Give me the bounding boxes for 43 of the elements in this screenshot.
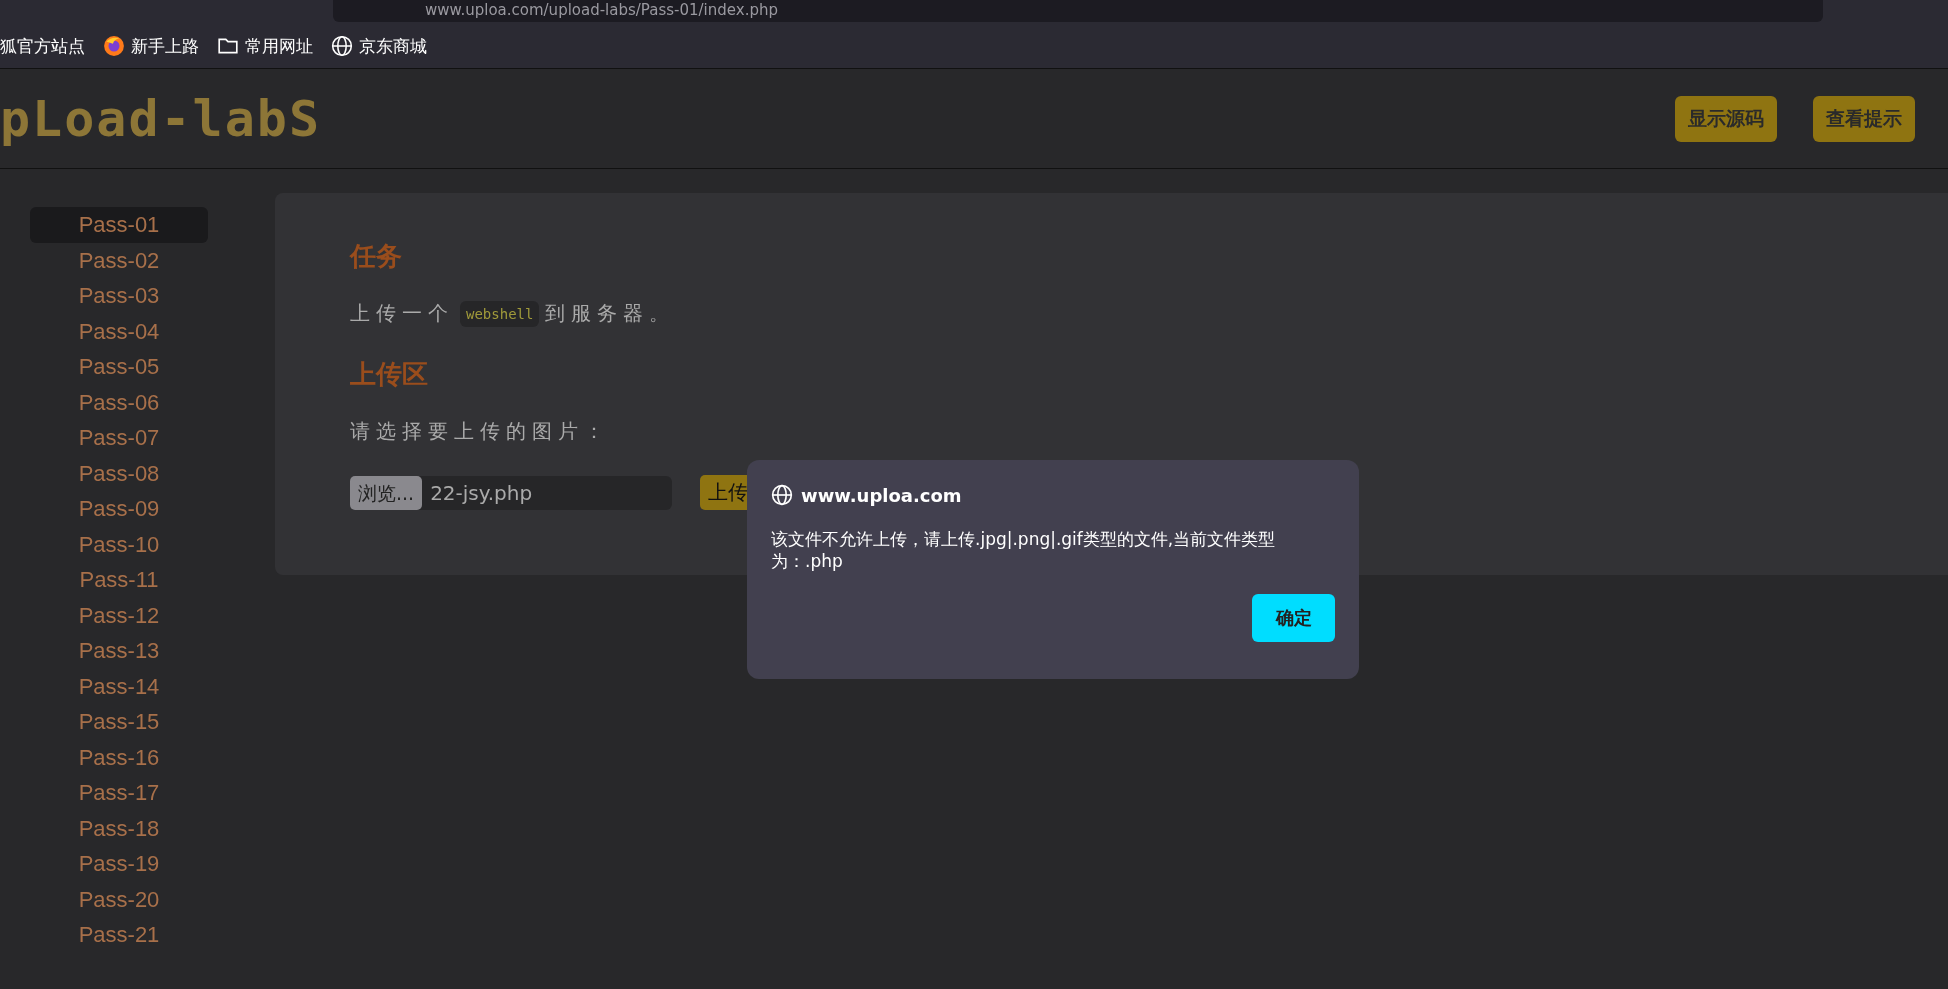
sidebar-item[interactable]: Pass-03 (30, 278, 208, 314)
sidebar-item[interactable]: Pass-01 (30, 207, 208, 243)
browse-button[interactable]: 浏览... (350, 475, 423, 510)
logo: pLoad-labS (0, 89, 322, 148)
sidebar-item[interactable]: Pass-17 (30, 775, 208, 811)
bookmark-link[interactable]: 常用网址 (217, 34, 313, 58)
sidebar-item[interactable]: Pass-14 (30, 668, 208, 704)
task-text: 上传一个 (350, 300, 454, 327)
sidebar-item[interactable]: Pass-15 (30, 704, 208, 740)
sidebar-item[interactable]: Pass-09 (30, 491, 208, 527)
sidebar-item[interactable]: Pass-20 (30, 881, 208, 917)
section-heading: 任务 (350, 240, 403, 273)
globe-icon (331, 35, 353, 57)
task-text: 到服务器。 (545, 300, 676, 327)
globe-icon (771, 484, 793, 506)
sidebar-item[interactable]: Pass-21 (30, 917, 208, 953)
header-button[interactable]: 查看提示 (1813, 95, 1915, 142)
sidebar-item[interactable]: Pass-06 (30, 384, 208, 420)
bookmark-link[interactable]: 京东商城 (331, 34, 427, 58)
sidebar-item[interactable]: Pass-08 (30, 455, 208, 491)
sidebar-item[interactable]: Pass-02 (30, 242, 208, 278)
dialog-message: 该文件不允许上传，请上传.jpg|.png|.gif类型的文件,当前文件类型为：.php (771, 528, 1277, 572)
sidebar-item[interactable]: Pass-07 (30, 420, 208, 456)
address-bar[interactable]: www.uploa.com/upload-labs/Pass-01/index.php (333, 0, 1823, 22)
sidebar-item[interactable]: Pass-13 (30, 633, 208, 669)
ok-button[interactable]: 确定 (1252, 594, 1335, 642)
dialog-title: www.uploa.com (801, 484, 962, 506)
section-heading: 上传区 (350, 358, 429, 391)
sidebar-item[interactable]: Pass-04 (30, 313, 208, 349)
code-snippet: webshell (460, 300, 540, 327)
prompt-text: 请选择要上传的图片： (350, 418, 610, 445)
bookmark-link[interactable]: 狐官方站点 (0, 34, 85, 58)
file-input[interactable]: 浏览... 22-jsy.php (350, 475, 672, 510)
sidebar-item[interactable]: Pass-11 (30, 562, 208, 598)
header-button[interactable]: 显示源码 (1675, 95, 1777, 142)
sidebar-item[interactable]: Pass-05 (30, 349, 208, 385)
browser-logo-icon (103, 35, 125, 57)
sidebar-item[interactable]: Pass-10 (30, 526, 208, 562)
sidebar-item[interactable]: Pass-16 (30, 739, 208, 775)
sidebar-item[interactable]: Pass-18 (30, 810, 208, 846)
sidebar-item[interactable]: Pass-12 (30, 597, 208, 633)
bookmark-link[interactable]: 新手上路 (103, 34, 199, 58)
sidebar-item[interactable]: Pass-19 (30, 846, 208, 882)
